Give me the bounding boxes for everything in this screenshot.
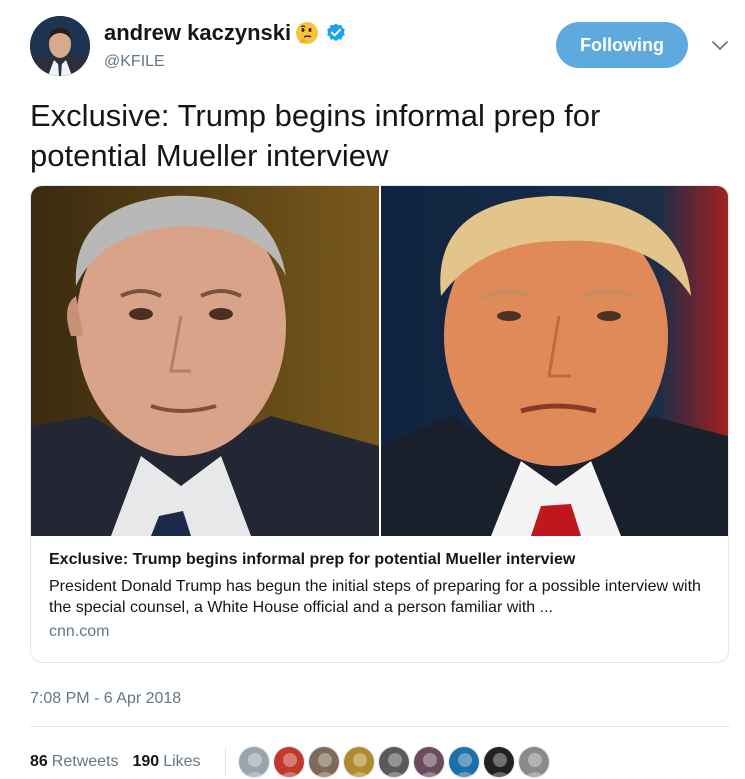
likes-label: Likes [163, 753, 201, 770]
likes-count: 190 [132, 753, 160, 770]
liker-avatars [237, 746, 553, 778]
liker-avatar-4[interactable] [342, 746, 375, 778]
stats-separator [224, 747, 226, 777]
liker-avatar-7[interactable] [447, 746, 480, 778]
link-card[interactable]: Exclusive: Trump begins informal prep fo… [30, 185, 729, 663]
liker-avatar-6[interactable] [412, 746, 445, 778]
tweet-header: andrew kaczynski @KFILE Following [30, 16, 730, 78]
card-title[interactable]: Exclusive: Trump begins informal prep fo… [49, 550, 719, 570]
divider [30, 726, 730, 727]
retweets-label: Retweets [51, 753, 119, 770]
likes-stat[interactable]: 190 Likes [133, 753, 201, 771]
retweets-stat[interactable]: 86 Retweets [30, 753, 119, 771]
liker-avatar-2[interactable] [272, 746, 305, 778]
verified-badge-icon [327, 23, 346, 42]
card-image[interactable] [31, 186, 728, 536]
liker-avatar-5[interactable] [377, 746, 410, 778]
thinking-face-icon [296, 22, 319, 44]
author-handle[interactable]: @KFILE [104, 53, 165, 71]
tweet-stats: 86 Retweets 190 Likes [30, 746, 553, 778]
author-avatar[interactable] [30, 16, 90, 76]
liker-avatar-1[interactable] [237, 746, 270, 778]
author-display-name[interactable]: andrew kaczynski [104, 20, 291, 46]
liker-avatar-9[interactable] [517, 746, 550, 778]
card-description: President Donald Trump has begun the ini… [49, 578, 701, 616]
tweet-timestamp[interactable]: 7:08 PM - 6 Apr 2018 [30, 690, 181, 708]
liker-avatar-8[interactable] [482, 746, 515, 778]
tweet-text: Exclusive: Trump begins informal prep fo… [30, 98, 601, 173]
liker-avatar-3[interactable] [307, 746, 340, 778]
chevron-down-icon[interactable] [710, 36, 730, 56]
retweets-count: 86 [30, 753, 48, 770]
following-button[interactable]: Following [556, 22, 688, 68]
card-domain: cnn.com [49, 623, 110, 640]
